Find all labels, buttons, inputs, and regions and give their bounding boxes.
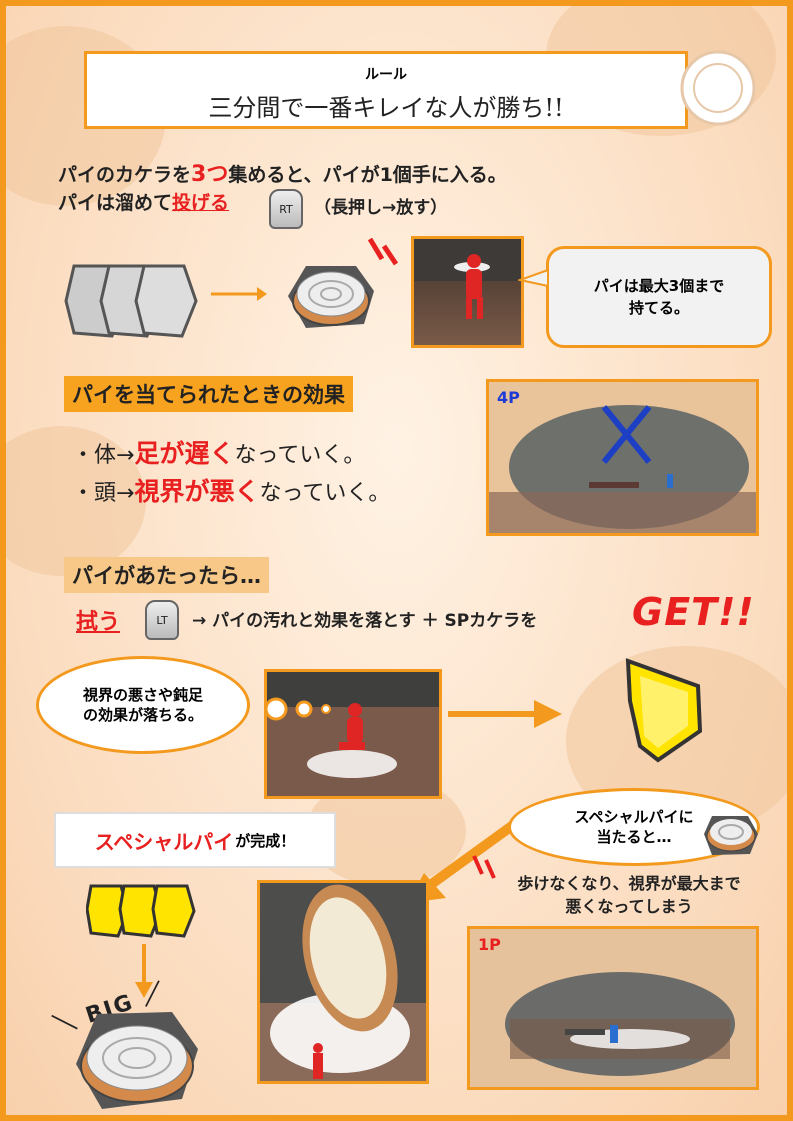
splatted-view-graphic bbox=[489, 382, 756, 533]
wipe-text: 拭う bbox=[76, 610, 121, 635]
rt-button-icon: RT bbox=[269, 189, 303, 229]
special-pie-small-icon bbox=[704, 816, 758, 855]
wipe-effect-text: → パイの汚れと効果を落とす ＋ SPカケラを bbox=[192, 611, 538, 631]
player-1p-label: 1P bbox=[478, 935, 501, 954]
effect-text: ・体→ bbox=[72, 443, 135, 468]
big-pie-icon bbox=[76, 1012, 198, 1109]
bubble-tail bbox=[518, 268, 549, 288]
screenshot-special-pie bbox=[257, 880, 429, 1084]
special-effect-text: 歩けなくなり、視界が最大まで 悪くなってしまう bbox=[517, 874, 741, 917]
hit-heading: パイがあたったら… bbox=[64, 557, 269, 593]
lt-button-icon: LT bbox=[145, 600, 179, 640]
intro-text: 集めると、パイが1個手に入る。 bbox=[228, 164, 507, 186]
effect-head: ・頭→視界が悪くなっていく。 bbox=[72, 472, 390, 508]
special-complete-box: スペシャルパイ が完成！ bbox=[54, 812, 336, 868]
rules-main-text: 三分間で一番キレイな人が勝ち!! bbox=[208, 94, 564, 122]
effect-highlight: 視界が悪く bbox=[134, 477, 260, 506]
screenshot-wiping bbox=[264, 669, 442, 799]
wipe-cloud: 視界の悪さや鈍足 の効果が落ちる。 bbox=[36, 656, 250, 754]
screenshot-splatted-view: 4P bbox=[486, 379, 759, 536]
sp-fragment-icon bbox=[625, 658, 703, 763]
effects-heading: パイを当てられたときの効果 bbox=[64, 376, 353, 412]
rules-heading: ルール bbox=[365, 67, 407, 83]
arrow-icon bbox=[211, 287, 267, 301]
red-player-figure bbox=[414, 239, 521, 319]
effect-body: ・体→足が遅くなっていく。 bbox=[72, 434, 365, 470]
screenshot-max-splat: 1P bbox=[467, 926, 759, 1090]
effect-text: ・頭→ bbox=[72, 481, 135, 506]
effect-text: なっていく。 bbox=[234, 443, 366, 468]
effect-highlight: 足が遅く bbox=[134, 439, 235, 468]
throw-highlight: 投げる bbox=[172, 192, 230, 214]
special-pie-graphic bbox=[260, 884, 426, 1081]
intro-line-2: パイは溜めて投げる bbox=[58, 188, 229, 215]
rules-title-box: ルール 三分間で一番キレイな人が勝ち!! bbox=[84, 51, 688, 129]
wiping-graphic bbox=[267, 672, 439, 796]
wipe-gauge-icon bbox=[264, 697, 331, 721]
arrow-to-sp-icon bbox=[448, 700, 562, 728]
player-4p-label: 4P bbox=[497, 388, 520, 407]
pie-fragments-icon bbox=[64, 264, 198, 338]
intro-text: パイのカケラを bbox=[58, 164, 192, 186]
max-pies-bubble: パイは最大3個まで 持てる。 bbox=[546, 246, 772, 348]
rules-page: ルール 三分間で一番キレイな人が勝ち!! パイのカケラを3つ集めると、パイが1個… bbox=[0, 0, 793, 1121]
hold-release-text: （長押し→放す） bbox=[314, 198, 448, 218]
emphasis-marks-icon bbox=[367, 237, 399, 266]
plate-icon bbox=[680, 50, 756, 126]
effect-text: なっていく。 bbox=[259, 481, 391, 506]
special-complete-text: が完成！ bbox=[235, 831, 296, 850]
max-splat-graphic bbox=[505, 972, 735, 1076]
special-pie-name: スペシャルパイ bbox=[94, 829, 234, 854]
intro-line-1: パイのカケラを3つ集めると、パイが1個手に入る。 bbox=[58, 156, 507, 188]
intro-text: パイは溜めて bbox=[58, 192, 173, 214]
get-text: GET!! bbox=[632, 590, 755, 634]
sp-fragments-icon bbox=[86, 884, 196, 938]
screenshot-hold-pie bbox=[411, 236, 524, 348]
intro-highlight: 3つ bbox=[191, 162, 229, 187]
